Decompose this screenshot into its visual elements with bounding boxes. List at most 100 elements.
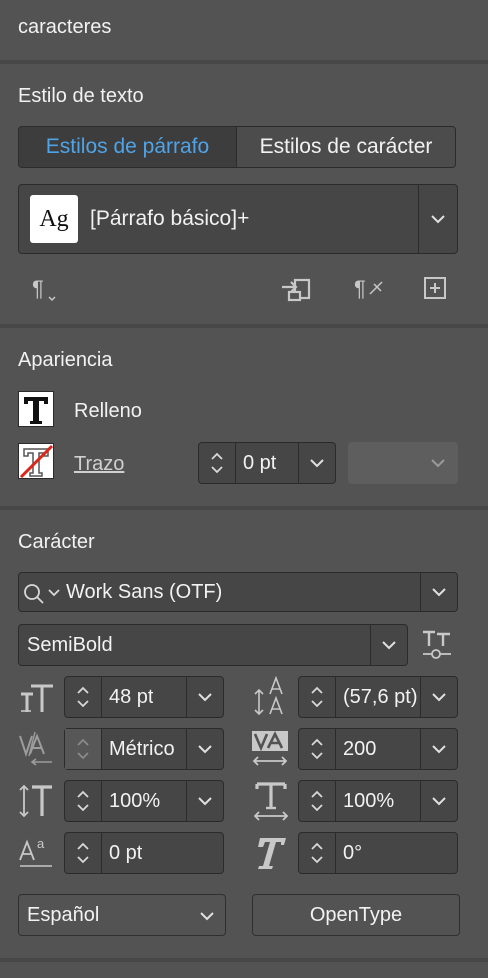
font-style-field[interactable]: SemiBold xyxy=(18,624,408,666)
svg-text:¶: ¶ xyxy=(32,276,44,301)
chevron-down-icon xyxy=(200,912,214,921)
chevron-down-icon xyxy=(311,856,323,864)
leading-stepper[interactable] xyxy=(299,677,336,717)
chevron-down-icon xyxy=(198,745,212,754)
font-size-icon xyxy=(18,678,56,718)
tracking-field[interactable]: 200 xyxy=(298,728,458,770)
chevron-up-icon xyxy=(311,686,323,694)
divider xyxy=(0,60,488,64)
text-stroke-none-icon xyxy=(19,444,53,478)
skew-field[interactable]: 0° xyxy=(298,832,458,874)
chevron-up-icon xyxy=(77,790,89,798)
chevron-up-icon xyxy=(211,452,223,460)
appearance-section-title: Apariencia xyxy=(18,349,113,371)
stroke-weight-field[interactable]: 0 pt xyxy=(198,442,336,484)
kerning-dropdown[interactable] xyxy=(186,729,223,769)
skew-value: 0° xyxy=(343,841,363,864)
tracking-icon xyxy=(250,728,292,770)
vertical-scale-value: 100% xyxy=(109,789,161,812)
vertical-scale-dropdown[interactable] xyxy=(186,781,223,821)
panel-header-title: caracteres xyxy=(18,16,112,38)
chevron-down-icon xyxy=(211,466,223,474)
stroke-weight-stepper[interactable] xyxy=(199,443,236,483)
baseline-shift-stepper[interactable] xyxy=(65,833,102,873)
tab-character-styles[interactable]: Estilos de carácter xyxy=(237,127,455,167)
horizontal-scale-dropdown[interactable] xyxy=(420,781,457,821)
stroke-type-dropdown[interactable] xyxy=(348,442,458,484)
vertical-scale-field[interactable]: 100% xyxy=(64,780,224,822)
svg-text:¶: ¶ xyxy=(354,276,366,301)
paragraph-style-menu-icon[interactable]: ¶ xyxy=(28,274,60,304)
new-style-icon[interactable] xyxy=(422,275,448,301)
chevron-down-icon xyxy=(432,588,446,597)
skew-icon xyxy=(252,832,290,874)
leading-dropdown[interactable] xyxy=(420,677,457,717)
horizontal-scale-value: 100% xyxy=(343,789,395,812)
font-style-dropdown[interactable] xyxy=(370,625,407,665)
chevron-down-icon xyxy=(311,752,323,760)
font-family-field[interactable]: Work Sans (OTF) xyxy=(18,572,458,612)
kerning-field[interactable]: Métrico xyxy=(64,728,224,770)
paragraph-style-dropdown[interactable]: Ag [Párrafo básico]+ xyxy=(18,184,458,254)
opentype-button[interactable]: OpenType xyxy=(252,894,460,936)
language-dropdown[interactable]: Español xyxy=(18,894,226,936)
chevron-up-icon xyxy=(77,738,89,746)
leading-field[interactable]: (57,6 pt) xyxy=(298,676,458,718)
chevron-down-icon xyxy=(310,459,324,468)
font-family-value: Work Sans (OTF) xyxy=(66,580,223,603)
svg-text:a: a xyxy=(37,836,45,851)
divider xyxy=(0,506,488,510)
chevron-down-icon xyxy=(432,693,446,702)
chevron-down-icon xyxy=(77,856,89,864)
chevron-down-icon xyxy=(311,700,323,708)
font-size-stepper[interactable] xyxy=(65,677,102,717)
stroke-swatch[interactable] xyxy=(18,443,54,479)
chevron-down-icon xyxy=(198,693,212,702)
font-size-field[interactable]: 48 pt xyxy=(64,676,224,718)
stroke-link[interactable]: Trazo xyxy=(74,453,124,476)
font-size-adjust-icon[interactable] xyxy=(420,628,454,662)
chevron-down-icon xyxy=(431,215,445,224)
text-style-section-title: Estilo de texto xyxy=(18,85,144,107)
skew-stepper[interactable] xyxy=(299,833,336,873)
chevron-down-icon xyxy=(432,745,446,754)
chevron-down-icon xyxy=(77,700,89,708)
horizontal-scale-field[interactable]: 100% xyxy=(298,780,458,822)
dropdown-arrow[interactable] xyxy=(418,185,457,253)
style-preview-glyph: Ag xyxy=(39,205,69,232)
search-icon[interactable] xyxy=(23,583,65,605)
chevron-up-icon xyxy=(311,790,323,798)
chevron-up-icon xyxy=(311,738,323,746)
fill-swatch[interactable] xyxy=(18,391,54,427)
leading-icon xyxy=(252,676,290,718)
tracking-stepper[interactable] xyxy=(299,729,336,769)
load-style-icon[interactable] xyxy=(280,274,316,304)
stroke-weight-value: 0 pt xyxy=(243,451,277,474)
leading-value: (57,6 pt) xyxy=(343,685,418,708)
kerning-stepper[interactable] xyxy=(65,729,102,769)
font-family-dropdown[interactable] xyxy=(420,573,457,611)
baseline-shift-field[interactable]: 0 pt xyxy=(64,832,224,874)
font-size-value: 48 pt xyxy=(109,685,154,708)
font-size-dropdown[interactable] xyxy=(186,677,223,717)
horizontal-scale-icon xyxy=(252,780,290,822)
chevron-down-icon xyxy=(432,797,446,806)
kerning-value: Métrico xyxy=(109,737,175,760)
tab-paragraph-styles[interactable]: Estilos de párrafo xyxy=(19,127,237,167)
clear-overrides-icon[interactable]: ¶ xyxy=(352,274,388,304)
chevron-up-icon xyxy=(311,842,323,850)
text-fill-icon xyxy=(24,397,48,424)
vertical-scale-stepper[interactable] xyxy=(65,781,102,821)
chevron-up-icon xyxy=(77,842,89,850)
chevron-down-icon xyxy=(77,804,89,812)
horizontal-scale-stepper[interactable] xyxy=(299,781,336,821)
chevron-down-icon xyxy=(198,797,212,806)
baseline-shift-value: 0 pt xyxy=(109,841,143,864)
divider xyxy=(0,958,488,962)
current-paragraph-style: [Párrafo básico]+ xyxy=(90,207,250,230)
tracking-dropdown[interactable] xyxy=(420,729,457,769)
character-section-title: Carácter xyxy=(18,531,95,553)
language-value: Español xyxy=(27,903,100,926)
chevron-up-icon xyxy=(77,686,89,694)
stroke-weight-dropdown[interactable] xyxy=(298,443,335,483)
